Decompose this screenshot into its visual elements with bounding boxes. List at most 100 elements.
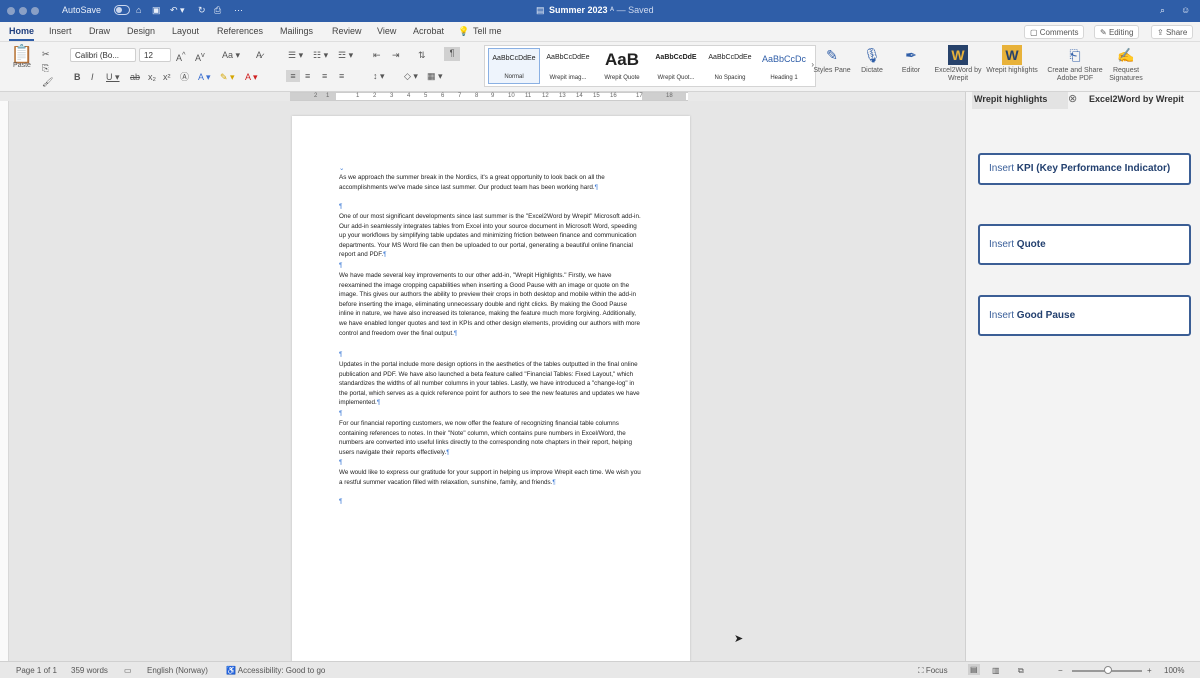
- zoom-in-icon[interactable]: +: [1147, 666, 1152, 675]
- tab-home[interactable]: Home: [9, 26, 35, 41]
- insert-quote-button[interactable]: Insert Quote: [978, 224, 1191, 265]
- empty-paragraph[interactable]: ¶: [339, 261, 643, 271]
- increase-indent-icon[interactable]: ⇥: [392, 49, 400, 61]
- justify-icon[interactable]: ≡: [339, 70, 344, 82]
- paragraph[interactable]: For our financial reporting customers, w…: [339, 419, 643, 457]
- multilevel-list-icon[interactable]: ☲ ▾: [338, 49, 353, 61]
- bold-icon[interactable]: B: [74, 71, 81, 83]
- more-icon[interactable]: ⋯: [234, 5, 243, 16]
- document-title[interactable]: Summer 2023: [549, 5, 608, 15]
- numbering-icon[interactable]: ☷ ▾: [313, 49, 328, 61]
- superscript-icon[interactable]: x²: [163, 71, 171, 83]
- style-no-spacing[interactable]: AaBbCcDdEe No Spacing: [704, 48, 756, 84]
- undo-icon[interactable]: ↶ ▾: [170, 5, 185, 16]
- zoom-window-icon[interactable]: [31, 7, 39, 15]
- language-status[interactable]: English (Norway): [147, 666, 208, 675]
- excel2word-button[interactable]: W Excel2Word by Wrepit: [932, 45, 984, 83]
- format-painter-icon[interactable]: 🖌: [42, 76, 53, 88]
- editing-button[interactable]: ✎ Editing: [1094, 25, 1140, 39]
- paragraph[interactable]: We have made several key improvements to…: [339, 271, 643, 338]
- style-wrepit-image[interactable]: AaBbCcDdEe Wrepit imag...: [542, 48, 594, 84]
- tab-draw[interactable]: Draw: [89, 26, 110, 36]
- shading-icon[interactable]: ◇ ▾: [404, 70, 418, 82]
- tab-references[interactable]: References: [217, 26, 263, 36]
- empty-paragraph[interactable]: ¶: [339, 409, 643, 419]
- word-count[interactable]: 359 words: [71, 666, 108, 675]
- close-pane-icon[interactable]: ⊗: [1068, 92, 1077, 109]
- tab-mailings[interactable]: Mailings: [280, 26, 313, 36]
- strikethrough-icon[interactable]: ab: [130, 71, 140, 83]
- pane-tab-wrepit-highlights[interactable]: Wrepit highlights: [972, 92, 1068, 109]
- style-normal[interactable]: AaBbCcDdEe Normal: [488, 48, 540, 84]
- paragraph[interactable]: One of our most significant developments…: [339, 212, 643, 260]
- sort-icon[interactable]: ⇅: [418, 49, 426, 61]
- clear-formatting-icon[interactable]: A̷: [256, 49, 262, 61]
- underline-icon[interactable]: U ▾: [106, 71, 120, 83]
- empty-paragraph[interactable]: ¶: [339, 202, 643, 212]
- empty-paragraph[interactable]: ¶: [339, 458, 643, 468]
- comments-button[interactable]: ▢ Comments: [1024, 25, 1085, 39]
- line-spacing-icon[interactable]: ↕ ▾: [373, 70, 385, 82]
- borders-icon[interactable]: ▦ ▾: [427, 70, 443, 82]
- wrepit-highlights-button[interactable]: W Wrepit highlights: [986, 45, 1038, 75]
- copy-icon[interactable]: ⎘: [42, 62, 49, 74]
- empty-paragraph[interactable]: ¶: [339, 350, 643, 360]
- change-case-icon[interactable]: Aa ▾: [222, 49, 240, 61]
- paragraph[interactable]: We would like to express our gratitude f…: [339, 468, 643, 487]
- tab-layout[interactable]: Layout: [172, 26, 199, 36]
- tab-acrobat[interactable]: Acrobat: [413, 26, 444, 36]
- create-pdf-button[interactable]: ⎗ Create and Share Adobe PDF: [1046, 45, 1104, 83]
- paste-button[interactable]: 📋 Paste: [8, 45, 36, 72]
- style-heading-1[interactable]: AaBbCcDc Heading 1: [758, 48, 810, 84]
- paragraph[interactable]: Updates in the portal include more desig…: [339, 360, 643, 408]
- tab-design[interactable]: Design: [127, 26, 155, 36]
- bullets-icon[interactable]: ☰ ▾: [288, 49, 303, 61]
- font-size-select[interactable]: 12: [139, 48, 171, 62]
- align-center-icon[interactable]: ≡: [305, 70, 310, 82]
- request-signatures-button[interactable]: ✍ Request Signatures: [1100, 45, 1152, 83]
- proofing-icon[interactable]: ▭: [124, 666, 132, 675]
- zoom-out-icon[interactable]: −: [1058, 666, 1063, 675]
- italic-icon[interactable]: I: [91, 71, 94, 83]
- shrink-font-icon[interactable]: Av: [195, 49, 205, 64]
- search-icon[interactable]: ⌕: [1160, 5, 1165, 16]
- text-effects-icon[interactable]: Ⓐ: [180, 71, 189, 83]
- save-icon[interactable]: ▣: [152, 5, 161, 16]
- horizontal-ruler[interactable]: 2 1 1 2 3 4 5 6 7 8 9 10 11 12 13 14 15 …: [290, 92, 688, 101]
- show-formatting-marks-icon[interactable]: ¶: [444, 47, 460, 61]
- zoom-slider-handle[interactable]: [1104, 666, 1112, 674]
- decrease-indent-icon[interactable]: ⇤: [373, 49, 381, 61]
- print-layout-icon[interactable]: ▤: [968, 664, 980, 675]
- align-right-icon[interactable]: ≡: [322, 70, 327, 82]
- close-window-icon[interactable]: [7, 7, 15, 15]
- tab-review[interactable]: Review: [332, 26, 362, 36]
- font-color-icon[interactable]: A ▾: [245, 71, 258, 83]
- paragraph[interactable]: As we approach the summer break in the N…: [339, 173, 643, 192]
- align-left-icon[interactable]: ≡: [286, 70, 300, 82]
- insert-kpi-button[interactable]: Insert KPI (Key Performance Indicator): [978, 153, 1191, 185]
- highlight-color-icon[interactable]: ✎ ▾: [220, 71, 235, 83]
- editor-button[interactable]: ✒ Editor: [885, 45, 937, 75]
- cut-icon[interactable]: ✂: [42, 48, 50, 60]
- page-count[interactable]: Page 1 of 1: [16, 666, 57, 675]
- read-mode-icon[interactable]: ⧉: [1018, 666, 1024, 676]
- focus-button[interactable]: ⛶ Focus: [918, 666, 948, 676]
- empty-paragraph[interactable]: ¶: [339, 497, 643, 507]
- tell-me-search[interactable]: Tell me: [473, 26, 502, 36]
- vertical-ruler[interactable]: [0, 101, 9, 661]
- tab-view[interactable]: View: [377, 26, 396, 36]
- style-wrepit-quote-2[interactable]: AaBbCcDdE Wrepit Quot...: [650, 48, 702, 84]
- text-effects-menu-icon[interactable]: A ▾: [198, 71, 211, 83]
- minimize-window-icon[interactable]: [19, 7, 27, 15]
- grow-font-icon[interactable]: A^: [176, 49, 186, 64]
- share-button[interactable]: ⇪ Share: [1151, 25, 1194, 39]
- pane-tab-excel2word[interactable]: Excel2Word by Wrepit: [1089, 92, 1184, 109]
- autosave-toggle[interactable]: [114, 5, 130, 15]
- accessibility-status[interactable]: ♿ Accessibility: Good to go: [226, 666, 325, 675]
- font-name-select[interactable]: Calibri (Bo...: [70, 48, 136, 62]
- style-wrepit-quote[interactable]: AaB Wrepit Quote: [596, 48, 648, 84]
- home-icon[interactable]: ⌂: [136, 5, 141, 15]
- tab-insert[interactable]: Insert: [49, 26, 72, 36]
- account-icon[interactable]: ☺: [1181, 5, 1190, 15]
- insert-good-pause-button[interactable]: Insert Good Pause: [978, 295, 1191, 336]
